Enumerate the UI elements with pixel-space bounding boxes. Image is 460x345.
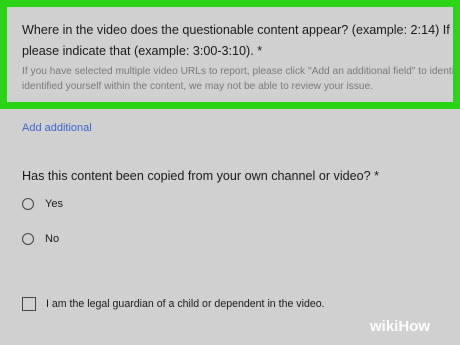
radio-option-yes[interactable]: Yes: [22, 198, 63, 210]
timestamp-question: Where in the video does the questionable…: [22, 20, 460, 62]
add-additional-link[interactable]: Add additional: [22, 122, 92, 134]
timestamp-hint: If you have selected multiple video URLs…: [22, 64, 460, 94]
timestamp-question-line1: Where in the video does the questionable…: [22, 23, 460, 37]
radio-option-no[interactable]: No: [22, 233, 59, 245]
radio-yes-button[interactable]: [22, 198, 34, 210]
highlighted-question-box: Where in the video does the questionable…: [0, 0, 460, 109]
copied-content-question: Has this content been copied from your o…: [22, 169, 380, 183]
radio-no-label: No: [45, 233, 60, 245]
watermark-text: wikiHow: [370, 318, 430, 335]
radio-yes-label: Yes: [45, 198, 63, 210]
timestamp-hint-line2: identified yourself within the content, …: [22, 81, 374, 92]
radio-no-button[interactable]: [22, 233, 34, 245]
wikihow-watermark: wikiHow: [370, 318, 430, 335]
legal-guardian-checkbox[interactable]: [22, 297, 36, 311]
legal-guardian-option[interactable]: I am the legal guardian of a child or de…: [22, 297, 325, 311]
timestamp-question-line2: please indicate that (example: 3:00-3:10…: [22, 44, 263, 58]
timestamp-hint-line1: If you have selected multiple video URLs…: [22, 66, 460, 77]
legal-guardian-label: I am the legal guardian of a child or de…: [46, 298, 325, 310]
svg-text:wikiHow: wikiHow: [370, 318, 430, 335]
